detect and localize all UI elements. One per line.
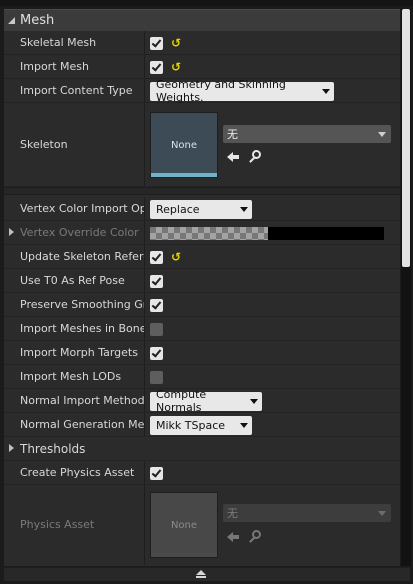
property-label: Skeleton [20,138,68,151]
use-selected-arrow-left-icon[interactable] [226,148,242,164]
advanced-toggle-bar[interactable] [4,567,410,581]
row-create-physics: Create Physics Asset [4,461,400,485]
collapse-up-arrow-icon [196,570,206,575]
use-selected-arrow-left-icon [226,528,242,544]
thumbnail-label: None [170,519,198,531]
chevron-down-icon [322,88,330,94]
chevron-down-icon [250,398,258,404]
property-label: Preserve Smoothing Gro [20,298,144,311]
dropdown-value: Geometry and Skinning Weights. [156,78,286,104]
use-t0-checkbox[interactable] [150,274,163,288]
row-skeletal-mesh: Skeletal Mesh ↺ [4,31,400,55]
expand-triangle-icon[interactable] [9,228,14,236]
browse-search-icon [248,528,264,544]
alpha-checker [150,226,268,240]
property-label: Import Morph Targets [20,346,138,359]
reset-to-default-icon[interactable]: ↺ [171,37,181,49]
color-preview [268,226,384,240]
property-label: Import Mesh LODs [20,370,122,383]
physics-asset-thumbnail: None [150,492,218,558]
row-import-mesh: Import Mesh ↺ [4,55,400,79]
row-normal-import: Normal Import Method Compute Normals [4,388,400,414]
row-use-t0: Use T0 As Ref Pose [4,269,400,293]
property-label: Import Content Type [20,84,133,97]
property-label: Normal Generation Meth [20,418,144,431]
dropdown-value: Compute Normals [156,388,207,414]
property-label: Update Skeleton Referer [20,250,144,263]
chevron-down-icon [378,131,386,137]
import-morph-checkbox[interactable] [150,346,163,360]
vertex-color-import-dropdown[interactable]: Replace [150,199,252,219]
mesh-properties: Skeletal Mesh ↺ Import Mesh ↺ Import Con… [4,31,400,566]
property-label: Thresholds [20,442,86,456]
row-thresholds[interactable]: Thresholds [4,437,400,461]
asset-picker-value: 无 [227,128,238,141]
update-skeleton-ref-checkbox[interactable] [150,250,163,264]
reset-to-default-icon[interactable]: ↺ [171,61,181,73]
row-import-content-type: Import Content Type Geometry and Skinnin… [4,78,400,104]
property-label: Import Meshes in Bone H [20,322,144,335]
vertex-override-color-swatch[interactable] [150,226,384,240]
property-label: Normal Import Method [20,394,144,407]
create-physics-checkbox[interactable] [150,466,163,480]
import-mesh-lods-checkbox[interactable] [150,370,163,384]
import-meshes-bone-checkbox[interactable] [150,322,163,336]
chevron-down-icon [240,422,248,428]
skeletal-mesh-checkbox[interactable] [150,36,163,50]
row-normal-generation: Normal Generation Meth Mikk TSpace [4,413,400,437]
scrollbar-thumb[interactable] [402,9,410,267]
panel-top-border [0,0,413,6]
reset-to-default-icon[interactable]: ↺ [171,251,181,263]
skeleton-thumbnail[interactable]: None [150,112,218,178]
normal-generation-dropdown[interactable]: Mikk TSpace [150,415,252,435]
row-preserve-smoothing: Preserve Smoothing Gro [4,293,400,317]
details-panel: Mesh Skeletal Mesh ↺ Import Mesh ↺ Impor… [0,0,413,584]
row-import-meshes-bone: Import Meshes in Bone H [4,317,400,341]
row-physics-asset: Physics Asset None 无 [4,485,400,565]
property-label: Use T0 As Ref Pose [20,274,125,287]
row-import-morph: Import Morph Targets [4,341,400,365]
chevron-down-icon [378,510,386,516]
vertical-scrollbar[interactable] [401,9,411,566]
property-label: Physics Asset [20,518,95,531]
thumbnail-label: None [170,139,198,151]
row-skeleton: Skeleton None 无 [4,103,400,187]
dropdown-value: Mikk TSpace [156,418,226,432]
asset-type-color-bar [151,553,217,557]
preserve-smoothing-checkbox[interactable] [150,298,163,312]
category-separator [4,187,400,195]
property-label: Vertex Override Color [20,226,139,239]
property-label: Import Mesh [20,60,89,73]
browse-search-icon[interactable] [248,148,264,164]
section-title: Mesh [20,13,55,28]
property-label: Vertex Color Import Opti [20,202,144,215]
property-label: Skeletal Mesh [20,36,97,49]
row-vertex-color-import: Vertex Color Import Opti Replace [4,197,400,221]
collapse-triangle-icon[interactable] [6,15,18,27]
row-vertex-override-color: Vertex Override Color [4,221,400,245]
import-mesh-checkbox[interactable] [150,60,163,74]
physics-asset-picker: 无 [223,504,391,522]
asset-type-color-bar [151,173,217,177]
normal-import-dropdown[interactable]: Compute Normals [150,388,262,414]
dropdown-value: Replace [156,202,200,216]
import-content-type-dropdown[interactable]: Geometry and Skinning Weights. [150,78,334,104]
asset-picker-value: 无 [227,507,238,520]
property-label: Create Physics Asset [20,466,135,479]
skeleton-asset-picker[interactable]: 无 [223,125,391,143]
expand-triangle-icon[interactable] [9,444,14,452]
row-import-mesh-lods: Import Mesh LODs [4,365,400,389]
mesh-section-header[interactable]: Mesh [4,9,400,31]
row-update-skeleton-ref: Update Skeleton Referer ↺ [4,245,400,269]
chevron-down-icon [240,206,248,212]
